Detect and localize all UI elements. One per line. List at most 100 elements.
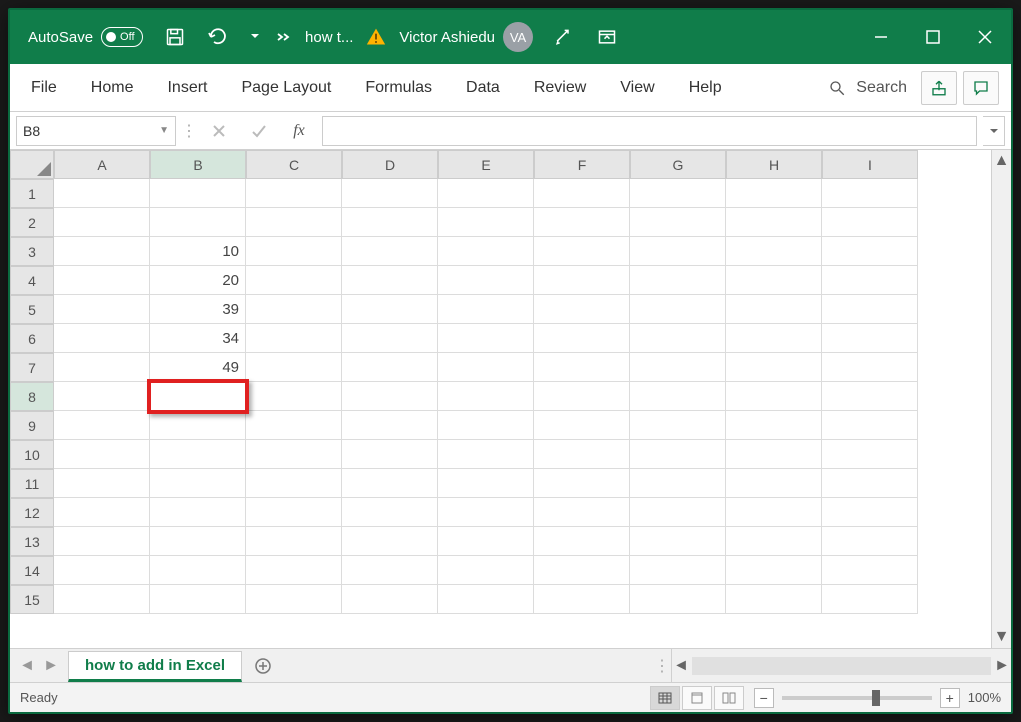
cell[interactable] [438, 556, 534, 585]
cell[interactable] [822, 498, 918, 527]
cell[interactable] [630, 498, 726, 527]
cell[interactable] [342, 266, 438, 295]
cell[interactable] [342, 382, 438, 411]
cell[interactable] [54, 353, 150, 382]
autosave-control[interactable]: AutoSave Off [10, 27, 153, 47]
cell[interactable] [822, 179, 918, 208]
cell[interactable] [822, 266, 918, 295]
cell[interactable] [534, 266, 630, 295]
sheet-prev-button[interactable]: ◄ [16, 654, 38, 678]
cell[interactable] [150, 498, 246, 527]
cell[interactable] [726, 585, 822, 614]
cell[interactable] [54, 208, 150, 237]
cell[interactable] [438, 411, 534, 440]
cell[interactable] [342, 469, 438, 498]
cell[interactable] [150, 556, 246, 585]
cell[interactable] [54, 440, 150, 469]
row-header[interactable]: 2 [10, 208, 54, 237]
cell[interactable] [822, 556, 918, 585]
row-header[interactable]: 11 [10, 469, 54, 498]
cell[interactable] [246, 237, 342, 266]
cell[interactable] [630, 208, 726, 237]
qat-more-button[interactable] [241, 10, 269, 64]
cell[interactable] [630, 237, 726, 266]
cell[interactable] [438, 324, 534, 353]
cell[interactable] [822, 353, 918, 382]
row-header[interactable]: 9 [10, 411, 54, 440]
cell[interactable] [342, 498, 438, 527]
cell[interactable] [150, 411, 246, 440]
cell[interactable] [438, 469, 534, 498]
cell[interactable] [630, 353, 726, 382]
cell[interactable] [54, 179, 150, 208]
view-page-layout-button[interactable] [682, 686, 712, 710]
search-button[interactable]: Search [818, 79, 917, 97]
zoom-slider[interactable] [782, 696, 932, 700]
cell[interactable]: 49 [150, 353, 246, 382]
cell[interactable] [246, 382, 342, 411]
formula-input[interactable] [322, 116, 977, 146]
cell[interactable] [822, 295, 918, 324]
tab-view[interactable]: View [605, 69, 669, 107]
cell[interactable] [54, 295, 150, 324]
row-header[interactable]: 1 [10, 179, 54, 208]
cell[interactable] [438, 266, 534, 295]
horizontal-scrollbar[interactable]: ◄ ► [671, 649, 1011, 682]
row-header[interactable]: 12 [10, 498, 54, 527]
tab-data[interactable]: Data [451, 69, 515, 107]
scroll-up-button[interactable]: ▲ [993, 152, 1011, 170]
cell[interactable] [246, 498, 342, 527]
cell[interactable] [630, 556, 726, 585]
cell[interactable] [438, 527, 534, 556]
cell[interactable] [630, 179, 726, 208]
cell[interactable] [630, 469, 726, 498]
cell[interactable] [342, 556, 438, 585]
cell[interactable] [534, 179, 630, 208]
cell[interactable] [630, 411, 726, 440]
select-all-corner[interactable] [10, 150, 54, 179]
tab-review[interactable]: Review [519, 69, 601, 107]
row-header[interactable]: 7 [10, 353, 54, 382]
cell[interactable] [150, 469, 246, 498]
cell[interactable] [534, 498, 630, 527]
tab-file[interactable]: File [16, 69, 72, 107]
column-header[interactable]: G [630, 150, 726, 179]
row-header[interactable]: 3 [10, 237, 54, 266]
cell[interactable] [342, 208, 438, 237]
cell[interactable] [630, 324, 726, 353]
tab-insert[interactable]: Insert [152, 69, 222, 107]
cell[interactable] [534, 585, 630, 614]
cell[interactable] [438, 498, 534, 527]
cell[interactable] [822, 585, 918, 614]
zoom-control[interactable]: − + 100% [754, 688, 1001, 708]
cell[interactable] [726, 440, 822, 469]
cell[interactable] [534, 556, 630, 585]
column-header[interactable]: E [438, 150, 534, 179]
cell[interactable] [246, 527, 342, 556]
expand-formula-bar-button[interactable] [983, 116, 1005, 146]
cell[interactable] [822, 324, 918, 353]
cell[interactable] [246, 266, 342, 295]
cell[interactable] [54, 527, 150, 556]
enter-formula-button[interactable] [242, 116, 276, 146]
cell[interactable] [342, 527, 438, 556]
cell[interactable] [150, 208, 246, 237]
cell[interactable] [150, 585, 246, 614]
row-header[interactable]: 13 [10, 527, 54, 556]
cell[interactable] [630, 295, 726, 324]
save-button[interactable] [153, 10, 197, 64]
cell[interactable] [534, 295, 630, 324]
row-header[interactable]: 10 [10, 440, 54, 469]
column-header[interactable]: H [726, 150, 822, 179]
cell[interactable] [822, 208, 918, 237]
cell[interactable] [822, 411, 918, 440]
cell[interactable] [438, 585, 534, 614]
insert-function-button[interactable]: fx [282, 116, 316, 146]
row-header[interactable]: 14 [10, 556, 54, 585]
cell[interactable] [438, 382, 534, 411]
sheet-next-button[interactable]: ► [40, 654, 62, 678]
cell[interactable] [726, 382, 822, 411]
user-account[interactable]: Victor Ashiedu VA [391, 22, 541, 52]
cell[interactable] [150, 527, 246, 556]
row-header[interactable]: 6 [10, 324, 54, 353]
